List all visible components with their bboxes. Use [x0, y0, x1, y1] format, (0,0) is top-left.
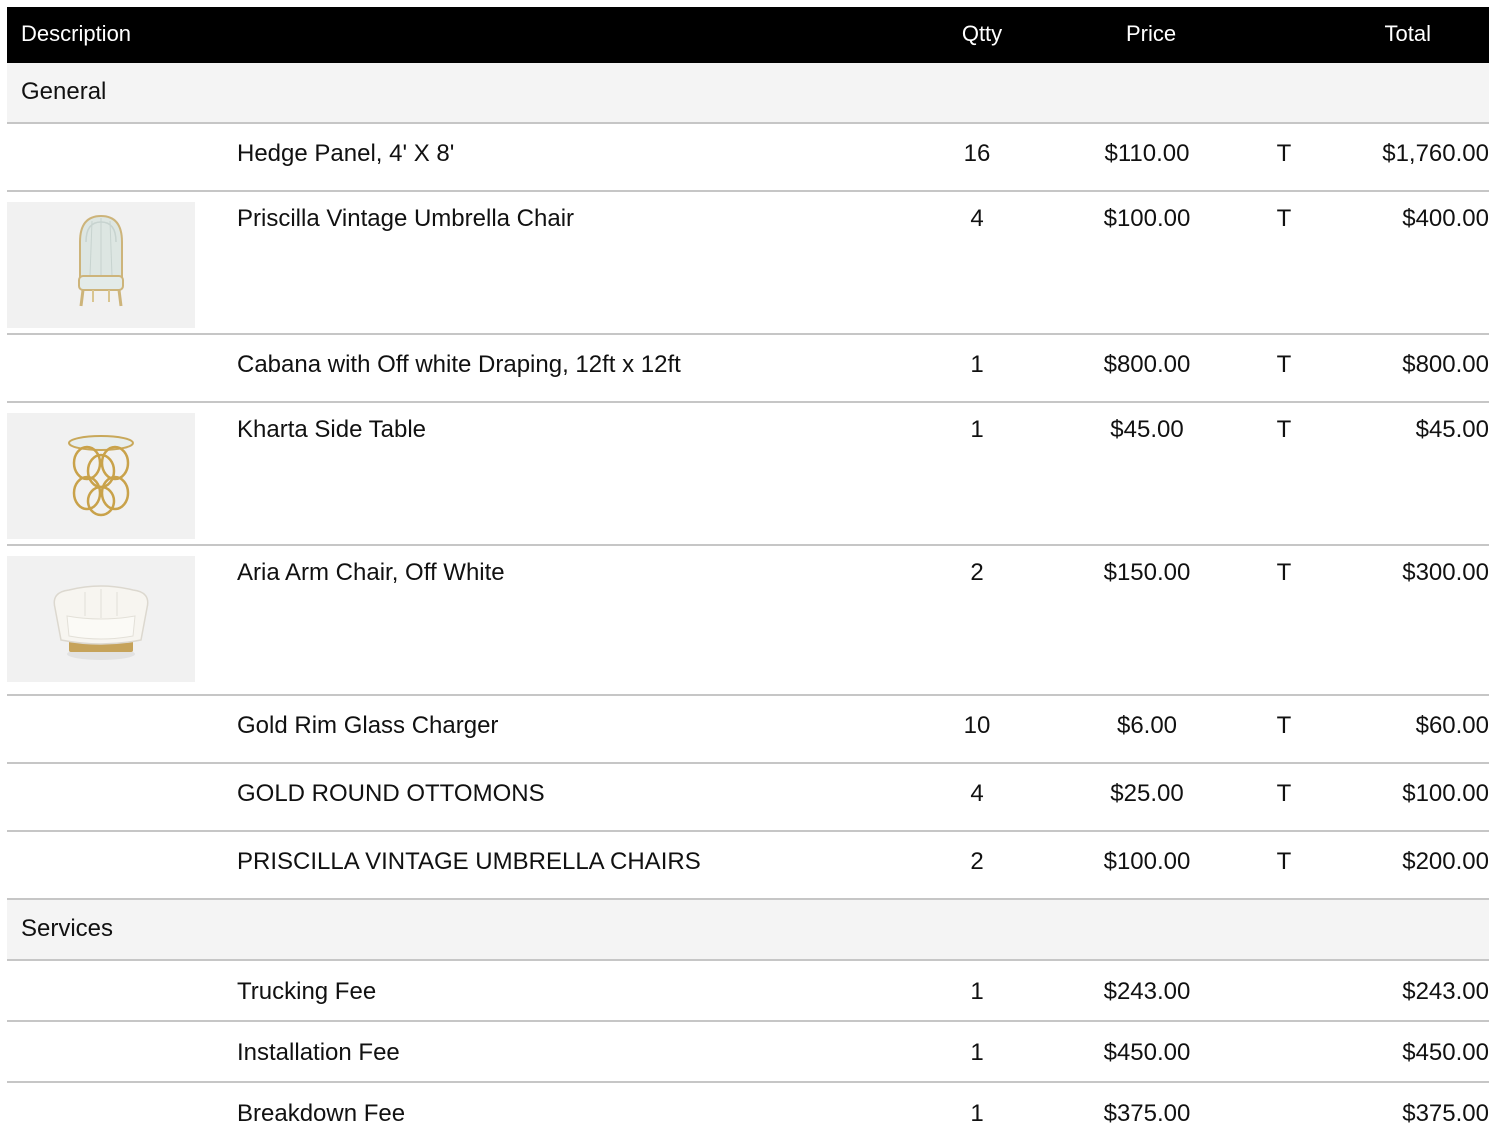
side-table-icon: [7, 413, 195, 539]
header-price: Price: [1125, 21, 1177, 46]
table-row: Priscilla Vintage Umbrella Chair 4 $100.…: [7, 192, 1489, 335]
item-price: $25.00: [1110, 780, 1184, 807]
table-row: Cabana with Off white Draping, 12ft x 12…: [7, 335, 1489, 403]
item-price: $150.00: [1103, 559, 1191, 586]
table-row: Breakdown Fee 1 $375.00 $375.00: [7, 1083, 1489, 1144]
item-total: $400.00: [1402, 205, 1489, 232]
item-price: $100.00: [1103, 205, 1191, 232]
item-total: $200.00: [1402, 848, 1489, 875]
item-total: $800.00: [1402, 351, 1489, 378]
item-price: $243.00: [1103, 978, 1191, 1005]
item-tax: T: [1276, 559, 1292, 586]
item-price: $100.00: [1103, 848, 1191, 875]
table-row: Trucking Fee 1 $243.00 $243.00: [7, 961, 1489, 1022]
item-price: $450.00: [1103, 1039, 1191, 1066]
line-items-table: Description Qtty Price Total General Hed…: [7, 7, 1489, 1144]
table-row: Aria Arm Chair, Off White 2 $150.00 T $3…: [7, 546, 1489, 696]
section-services: Services: [7, 900, 1489, 961]
table-row: Kharta Side Table 1 $45.00 T $45.00: [7, 403, 1489, 546]
item-description: Breakdown Fee: [237, 1100, 406, 1127]
item-tax: T: [1276, 205, 1292, 232]
section-title: General: [21, 78, 107, 105]
table-header: Description Qtty Price Total: [7, 7, 1489, 63]
item-description: Gold Rim Glass Charger: [237, 712, 499, 739]
item-total: $450.00: [1402, 1039, 1489, 1066]
item-qty: 2: [970, 559, 984, 586]
item-qty: 1: [970, 351, 984, 378]
item-description: Installation Fee: [237, 1039, 400, 1066]
item-description: Hedge Panel, 4' X 8': [237, 140, 455, 167]
item-total: $300.00: [1402, 559, 1489, 586]
section-general: General: [7, 63, 1489, 124]
item-total: $60.00: [1415, 712, 1489, 739]
item-description: Trucking Fee: [237, 978, 377, 1005]
item-qty: 2: [970, 848, 984, 875]
item-tax: T: [1276, 780, 1292, 807]
item-total: $375.00: [1402, 1100, 1489, 1127]
item-price: $6.00: [1116, 712, 1178, 739]
item-qty: 10: [963, 712, 991, 739]
section-title: Services: [21, 915, 114, 942]
item-qty: 4: [970, 780, 984, 807]
item-price: $45.00: [1110, 416, 1184, 443]
item-qty: 1: [970, 978, 984, 1005]
item-description: Cabana with Off white Draping, 12ft x 12…: [237, 351, 681, 378]
header-qty: Qtty: [961, 21, 1003, 46]
item-price: $375.00: [1103, 1100, 1191, 1127]
header-total: Total: [1384, 21, 1431, 46]
item-qty: 16: [963, 140, 991, 167]
item-tax: T: [1276, 848, 1292, 875]
item-description: GOLD ROUND OTTOMONS: [237, 780, 545, 807]
item-description: Aria Arm Chair, Off White: [237, 559, 505, 586]
table-row: PRISCILLA VINTAGE UMBRELLA CHAIRS 2 $100…: [7, 832, 1489, 900]
arm-chair-icon: [7, 556, 195, 682]
item-tax: T: [1276, 351, 1292, 378]
item-total: $1,760.00: [1382, 140, 1489, 167]
header-description: Description: [21, 21, 132, 46]
table-row: Installation Fee 1 $450.00 $450.00: [7, 1022, 1489, 1083]
item-tax: T: [1276, 140, 1292, 167]
item-qty: 4: [970, 205, 984, 232]
item-price: $800.00: [1103, 351, 1191, 378]
item-total: $100.00: [1402, 780, 1489, 807]
item-qty: 1: [970, 416, 984, 443]
item-description: Kharta Side Table: [237, 416, 427, 443]
item-price: $110.00: [1104, 140, 1190, 167]
table-row: Gold Rim Glass Charger 10 $6.00 T $60.00: [7, 696, 1489, 764]
item-total: $45.00: [1415, 416, 1489, 443]
item-qty: 1: [970, 1100, 984, 1127]
item-description: PRISCILLA VINTAGE UMBRELLA CHAIRS: [237, 848, 701, 875]
item-tax: T: [1276, 416, 1292, 443]
item-qty: 1: [970, 1039, 984, 1066]
item-total: $243.00: [1402, 978, 1489, 1005]
table-row: Hedge Panel, 4' X 8' 16 $110.00 T $1,760…: [7, 124, 1489, 192]
item-description: Priscilla Vintage Umbrella Chair: [237, 205, 575, 232]
umbrella-chair-icon: [7, 202, 195, 328]
item-tax: T: [1276, 712, 1292, 739]
table-row: GOLD ROUND OTTOMONS 4 $25.00 T $100.00: [7, 764, 1489, 832]
